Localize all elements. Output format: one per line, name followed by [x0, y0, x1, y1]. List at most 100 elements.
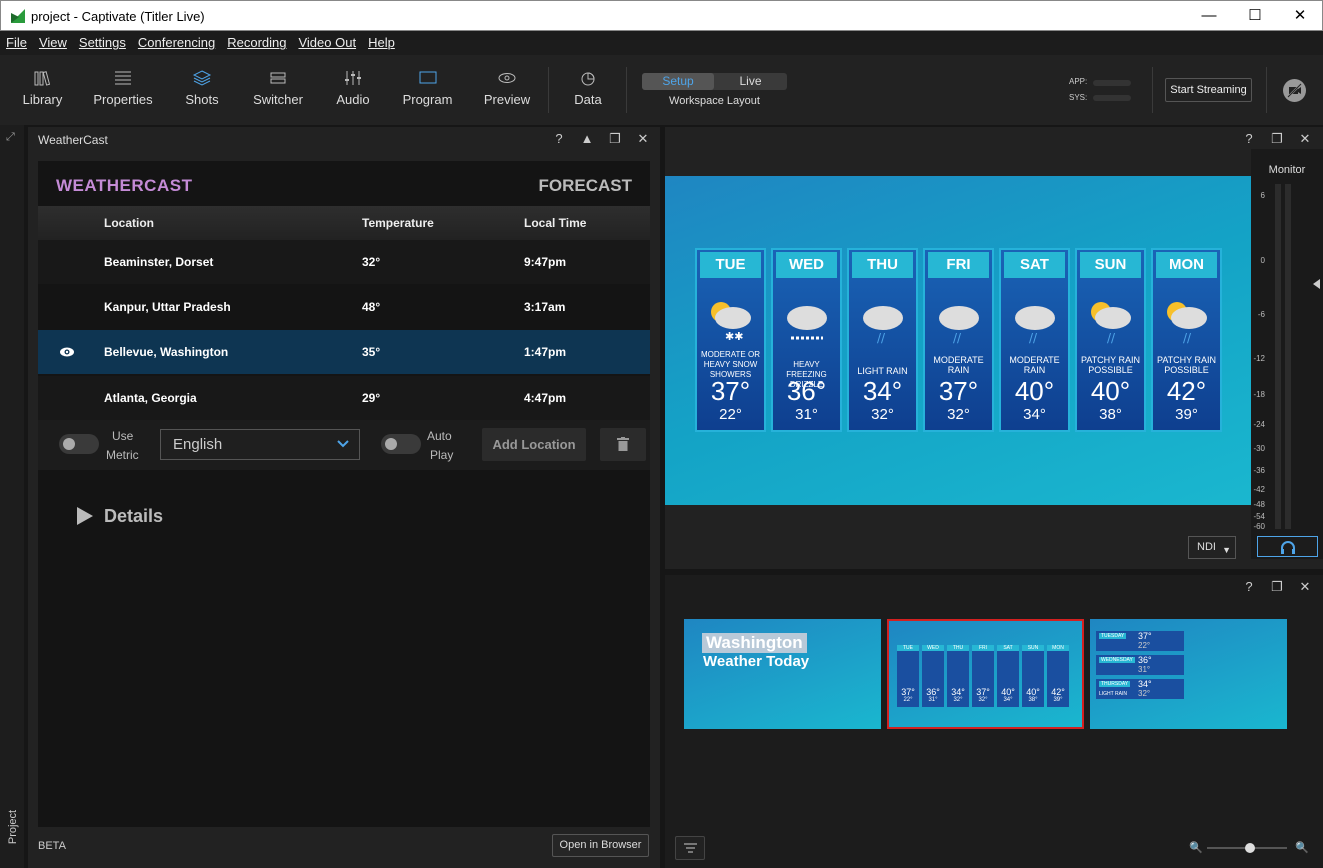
rain-cloud-icon: //	[939, 306, 979, 344]
workspace-layout-label[interactable]: Workspace Layout	[642, 95, 787, 107]
mini-day-row: WEDNESDAY 36° 31°	[1096, 655, 1184, 675]
forecast-day-card: SUN // PATCHY RAIN POSSIBLE 40° 38°	[1075, 248, 1146, 432]
headphones-button[interactable]	[1257, 536, 1318, 557]
expand-icon[interactable]: ⤢	[6, 131, 15, 144]
language-value: English	[173, 436, 223, 453]
close-panel-icon[interactable]: ✕	[1296, 130, 1314, 148]
mini-day-row: THURSDAY 34° 32° LIGHT RAIN	[1096, 679, 1184, 699]
high-temp: 37°	[938, 376, 979, 406]
toolbar-library-button[interactable]: Library	[20, 55, 65, 125]
use-metric-label-2: Metric	[106, 448, 139, 462]
svg-text://: //	[877, 331, 886, 344]
weathercast-body: WEATHERCAST FORECAST Location Temperatur…	[38, 161, 650, 827]
toolbar-data-button[interactable]: Data	[568, 55, 608, 125]
mini-day-card: THU 34° 32°	[947, 645, 969, 707]
float-window-icon[interactable]: ❐	[606, 130, 624, 148]
add-location-button[interactable]: Add Location	[482, 428, 586, 461]
setup-mode-button[interactable]: Setup	[642, 73, 714, 90]
low-temp: 32°	[871, 406, 894, 423]
toolbar-properties-button[interactable]: Properties	[92, 55, 154, 125]
chevron-down-icon	[337, 440, 349, 448]
table-row[interactable]: Kanpur, Uttar Pradesh 48° 3:17am	[38, 285, 650, 329]
table-row[interactable]: Beaminster, Dorset 32° 9:47pm	[38, 240, 650, 284]
menu-recording[interactable]: Recording	[221, 31, 292, 50]
menu-help[interactable]: Help	[362, 31, 401, 50]
live-mode-button[interactable]: Live	[714, 73, 787, 90]
trash-icon	[617, 437, 629, 451]
float-window-icon[interactable]: ❐	[1268, 130, 1286, 148]
expand-triangle-icon[interactable]	[76, 506, 94, 526]
zoom-in-icon[interactable]: 🔍	[1295, 841, 1309, 854]
mini-day-row: TUESDAY 37° 22°	[1096, 631, 1184, 651]
toggle-knob	[385, 438, 397, 450]
toolbar-preview-button[interactable]: Preview	[482, 55, 532, 125]
shots-panel: ? ❐ ✕ Washington Weather Today TUE 37° 22°…	[665, 575, 1323, 868]
help-icon[interactable]: ?	[1240, 578, 1258, 596]
table-row-selected[interactable]: Bellevue, Washington 35° 1:47pm	[38, 330, 650, 374]
shot-thumbnail-selected[interactable]: TUE 37° 22° WED 36° 31° THU 34° 32° FRI 37° 32° …	[887, 619, 1084, 729]
condition-text: LIGHT RAIN	[857, 366, 908, 376]
close-button[interactable]: ✕	[1277, 1, 1323, 31]
weathercast-title: WEATHERCAST	[56, 176, 193, 195]
toolbar-program-button[interactable]: Program	[400, 55, 455, 125]
menu-conferencing[interactable]: Conferencing	[132, 31, 221, 50]
beta-label: BETA	[38, 840, 66, 852]
toolbar-separator	[548, 67, 549, 113]
menu-view[interactable]: View	[33, 31, 73, 50]
toolbar-audio-label: Audio	[336, 92, 370, 107]
start-streaming-button[interactable]: Start Streaming	[1165, 78, 1252, 102]
auto-play-toggle[interactable]	[381, 434, 421, 454]
filter-button[interactable]	[675, 836, 705, 860]
menu-file[interactable]: File	[0, 31, 33, 50]
scale-label: -12	[1253, 354, 1265, 363]
toolbar-shots-button[interactable]: Shots	[182, 55, 222, 125]
toolbar-switcher-button[interactable]: Switcher	[250, 55, 306, 125]
language-select[interactable]: English	[160, 429, 360, 460]
day-name: THU	[852, 252, 913, 278]
day-name: FRI	[928, 252, 989, 278]
shot-thumbnail[interactable]: Washington Weather Today	[684, 619, 881, 729]
float-window-icon[interactable]: ❐	[1268, 578, 1286, 596]
use-metric-label-1: Use	[112, 429, 134, 443]
sun-rain-cloud-icon: //	[1167, 302, 1207, 344]
scale-label: 0	[1260, 256, 1265, 265]
output-select[interactable]: NDI ▼	[1188, 536, 1236, 559]
svg-text://: //	[1029, 331, 1038, 344]
open-in-browser-button[interactable]: Open in Browser	[552, 834, 649, 857]
pin-icon[interactable]: ▲	[578, 130, 596, 148]
scale-label: -6	[1257, 310, 1265, 319]
close-panel-icon[interactable]: ✕	[634, 130, 652, 148]
help-icon[interactable]: ?	[550, 130, 568, 148]
use-metric-toggle[interactable]	[59, 434, 99, 454]
mini-day-card: WED 36° 31°	[922, 645, 944, 707]
auto-play-label-1: Auto	[427, 429, 452, 443]
program-monitor-icon	[419, 71, 436, 84]
project-tab[interactable]: Project	[7, 802, 19, 852]
toolbar-shots-label: Shots	[185, 92, 219, 107]
shot-thumbnail[interactable]: TUESDAY 37° 22° WEDNESDAY 36° 31° THURSDAY 34…	[1090, 619, 1287, 729]
column-local-time: Local Time	[524, 216, 587, 230]
maximize-button[interactable]: ☐	[1232, 1, 1278, 31]
program-output-preview: TUE ✱✱ MODERATE OR HEAVY SNOW SHOWERS 37° …	[665, 176, 1251, 505]
table-row[interactable]: Atlanta, Georgia 29° 4:47pm	[38, 376, 650, 420]
help-icon[interactable]: ?	[1240, 130, 1258, 148]
row-location: Beaminster, Dorset	[104, 255, 214, 269]
level-marker-icon[interactable]	[1313, 279, 1320, 289]
minimize-button[interactable]: —	[1186, 1, 1232, 31]
mini-forecast: TUE 37° 22° WED 36° 31° THU 34° 32° FRI 37° 32° …	[897, 645, 1077, 707]
visible-eye-icon[interactable]	[59, 346, 75, 358]
toolbar-audio-button[interactable]: Audio	[333, 55, 373, 125]
details-toggle[interactable]: Details	[104, 506, 163, 527]
zoom-out-icon[interactable]: 🔍	[1189, 841, 1203, 854]
delete-button[interactable]	[600, 428, 646, 461]
low-temp: 32°	[947, 406, 970, 423]
column-location: Location	[104, 216, 154, 230]
zoom-slider-handle[interactable]	[1245, 843, 1255, 853]
drizzle-cloud-icon	[787, 306, 827, 340]
close-panel-icon[interactable]: ✕	[1296, 578, 1314, 596]
camera-off-icon[interactable]	[1283, 79, 1306, 102]
svg-text://: //	[953, 331, 962, 344]
menu-video-out[interactable]: Video Out	[292, 31, 362, 50]
day-name: WED	[776, 252, 837, 278]
menu-settings[interactable]: Settings	[73, 31, 132, 50]
